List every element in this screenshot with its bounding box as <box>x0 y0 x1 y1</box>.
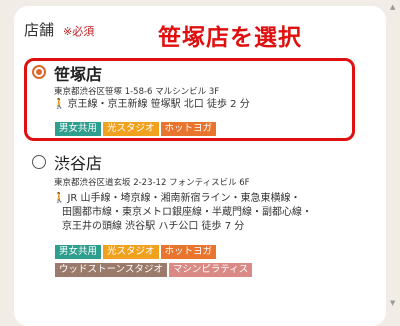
radio-sasazuka[interactable] <box>32 65 46 79</box>
store-access-sasazuka: 🚶 京王線・京王新線 笹塚駅 北口 徒歩 2 分 <box>53 99 250 110</box>
tag-unisex: 男女共用 <box>55 122 102 136</box>
tag-hot-yoga: ホットヨガ <box>160 245 217 259</box>
walking-person-icon: 🚶 <box>53 99 66 110</box>
required-mark: ※必須 <box>63 25 95 38</box>
tag-hot-yoga: ホットヨガ <box>160 122 217 136</box>
tag-row-shibuya-2: ウッドストーンスタジオ マシンピラティス <box>55 263 253 277</box>
walking-person-icon: 🚶 <box>53 193 66 204</box>
store-heading: 店舗 <box>24 21 55 39</box>
tag-machine-pilates: マシンピラティス <box>168 263 253 277</box>
radio-shibuya[interactable] <box>32 155 46 169</box>
tag-unisex: 男女共用 <box>55 245 102 259</box>
store-address-shibuya: 東京都渋谷区道玄坂 2-23-12 フォンティスビル 6F <box>54 178 250 188</box>
scroll-up-arrow-icon[interactable]: ▲ <box>390 3 395 11</box>
store-name-shibuya[interactable]: 渋谷店 <box>54 150 102 174</box>
store-address-sasazuka: 東京都渋谷区笹塚 1-58-6 マルシンビル 3F <box>54 87 220 97</box>
scroll-down-arrow-icon[interactable]: ▼ <box>390 299 395 307</box>
annotation-callout: 笹塚店を選択 <box>158 25 302 51</box>
tag-row-shibuya: 男女共用 光スタジオ ホットヨガ <box>55 245 217 259</box>
scrollbar[interactable]: ▲ ▼ <box>388 0 400 310</box>
tag-row-sasazuka: 男女共用 光スタジオ ホットヨガ <box>55 122 217 136</box>
tag-light-studio: 光スタジオ <box>103 122 159 136</box>
store-access-shibuya: 🚶 JR 山手線・埼京線・湘南新宿ライン・東急東横線・ 田園都市線・東京メトロ銀座… <box>53 193 312 232</box>
tag-light-studio: 光スタジオ <box>103 245 159 259</box>
tag-woodstone-studio: ウッドストーンスタジオ <box>55 263 167 277</box>
store-name-sasazuka[interactable]: 笹塚店 <box>54 61 102 85</box>
